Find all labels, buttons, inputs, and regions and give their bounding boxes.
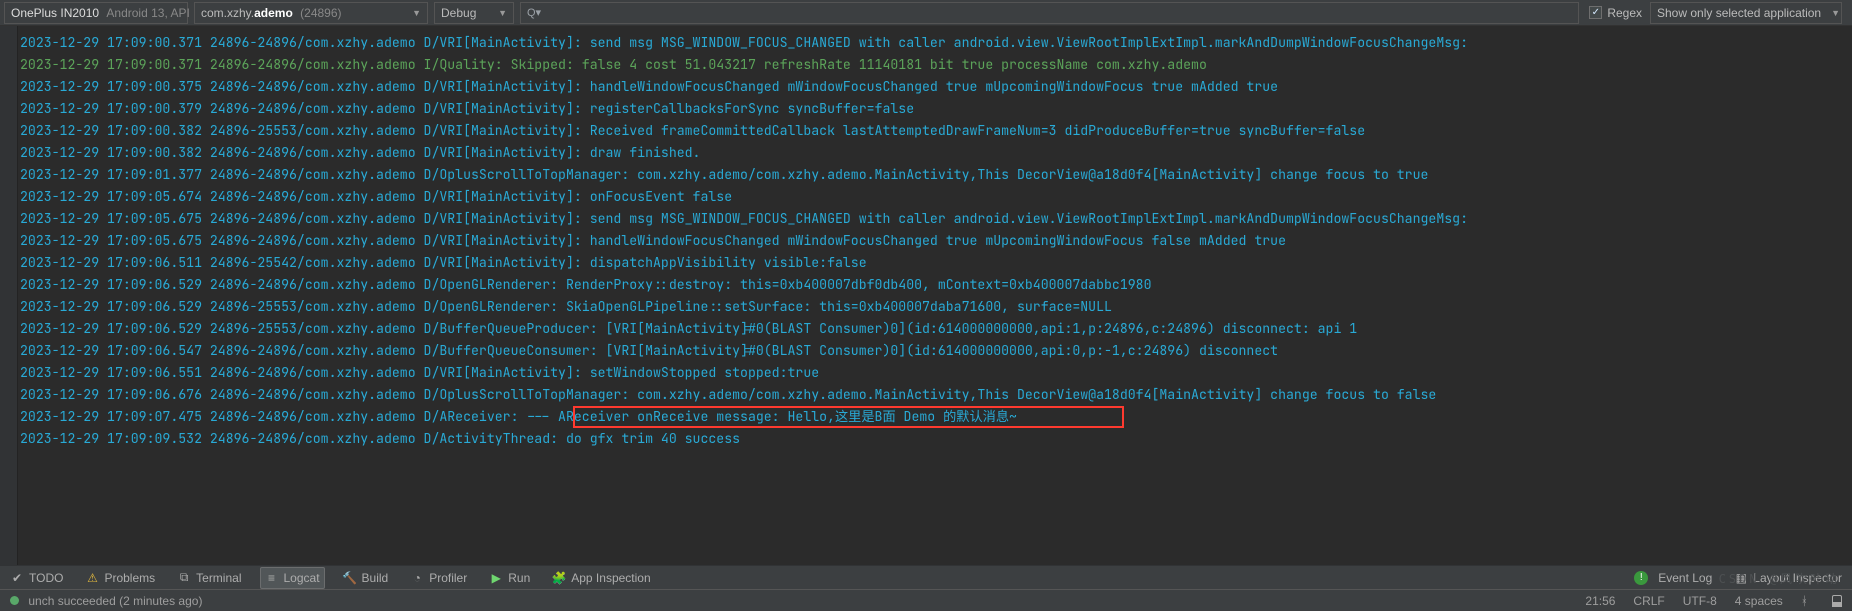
indent-setting[interactable]: 4 spaces [1735, 594, 1783, 608]
log-line[interactable]: 2023-12-29 17:09:06.547 24896-24896/com.… [20, 340, 1850, 362]
status-message: unch succeeded (2 minutes ago) [10, 594, 202, 608]
tab-profiler[interactable]: ◔ Profiler [406, 567, 471, 589]
warning-icon: ⚠ [85, 571, 99, 585]
play-icon: ▶ [489, 571, 503, 585]
regex-checkbox[interactable]: ✓ Regex [1589, 6, 1642, 20]
tab-logcat[interactable]: ≡ Logcat [260, 567, 325, 589]
tab-problems[interactable]: ⚠ Problems [81, 567, 159, 589]
log-panel: 2023-12-29 17:09:00.371 24896-24896/com.… [0, 26, 1852, 565]
process-name: com.xzhy.ademo [201, 6, 293, 20]
device-selector[interactable]: OnePlus IN2010 Android 13, API … ▼ [4, 2, 188, 24]
loglevel-selector[interactable]: Debug ▼ [434, 2, 514, 24]
loglevel-label: Debug [441, 6, 476, 20]
log-line[interactable]: 2023-12-29 17:09:06.551 24896-24896/com.… [20, 362, 1850, 384]
profiler-icon: ◔ [410, 571, 424, 585]
log-line[interactable]: 2023-12-29 17:09:00.371 24896-24896/com.… [20, 54, 1850, 76]
log-line[interactable]: 2023-12-29 17:09:00.379 24896-24896/com.… [20, 98, 1850, 120]
filter-label: Show only selected application [1657, 6, 1821, 20]
device-sub: Android 13, API … [106, 6, 205, 20]
log-line[interactable]: 2023-12-29 17:09:06.529 24896-24896/com.… [20, 274, 1850, 296]
tab-layout-inspector[interactable]: ▦ Layout Inspector [1730, 567, 1846, 589]
log-line[interactable]: 2023-12-29 17:09:06.529 24896-25553/com.… [20, 296, 1850, 318]
log-line[interactable]: 2023-12-29 17:09:05.675 24896-24896/com.… [20, 208, 1850, 230]
layout-icon: ▦ [1734, 571, 1748, 585]
log-output[interactable]: 2023-12-29 17:09:00.371 24896-24896/com.… [18, 26, 1852, 565]
terminal-icon: ⧉ [177, 571, 191, 585]
device-name: OnePlus IN2010 [11, 6, 99, 20]
lock-icon[interactable] [1832, 595, 1842, 607]
inspection-icon: 🧩 [552, 571, 566, 585]
tab-event-log[interactable]: ! Event Log [1630, 567, 1716, 589]
chevron-down-icon: ▼ [412, 8, 421, 18]
log-search[interactable]: Q▾ [520, 2, 1579, 24]
chevron-down-icon: ▼ [1831, 8, 1840, 18]
log-line[interactable]: 2023-12-29 17:09:05.674 24896-24896/com.… [20, 186, 1850, 208]
highlight-box [573, 406, 1124, 428]
tab-app-inspection[interactable]: 🧩 App Inspection [548, 567, 654, 589]
filter-selector[interactable]: Show only selected application ▼ [1650, 2, 1842, 24]
log-line[interactable]: 2023-12-29 17:09:00.382 24896-25553/com.… [20, 120, 1850, 142]
line-separator[interactable]: CRLF [1633, 594, 1664, 608]
tab-build[interactable]: 🔨 Build [339, 567, 393, 589]
todo-icon: ✔ [10, 571, 24, 585]
tool-window-bar: ✔ TODO ⚠ Problems ⧉ Terminal ≡ Logcat 🔨 … [0, 565, 1852, 589]
log-gutter [0, 26, 18, 565]
file-encoding[interactable]: UTF-8 [1683, 594, 1717, 608]
status-bar: unch succeeded (2 minutes ago) 21:56 CRL… [0, 589, 1852, 611]
process-pid: (24896) [300, 6, 341, 20]
log-line[interactable]: 2023-12-29 17:09:00.382 24896-24896/com.… [20, 142, 1850, 164]
build-icon: 🔨 [343, 571, 357, 585]
tab-todo[interactable]: ✔ TODO [6, 567, 67, 589]
log-line[interactable]: 2023-12-29 17:09:00.375 24896-24896/com.… [20, 76, 1850, 98]
tab-run[interactable]: ▶ Run [485, 567, 534, 589]
info-icon: ! [1634, 571, 1648, 585]
logcat-icon: ≡ [265, 571, 279, 585]
log-line[interactable]: 2023-12-29 17:09:01.377 24896-24896/com.… [20, 164, 1850, 186]
log-line[interactable]: 2023-12-29 17:09:06.511 24896-25542/com.… [20, 252, 1850, 274]
log-line[interactable]: 2023-12-29 17:09:07.475 24896-24896/com.… [20, 406, 1850, 428]
log-line[interactable]: 2023-12-29 17:09:05.675 24896-24896/com.… [20, 230, 1850, 252]
log-line[interactable]: 2023-12-29 17:09:06.529 24896-25553/com.… [20, 318, 1850, 340]
success-dot-icon [10, 596, 19, 605]
regex-label: Regex [1607, 6, 1642, 20]
tab-terminal[interactable]: ⧉ Terminal [173, 567, 245, 589]
log-line[interactable]: 2023-12-29 17:09:00.371 24896-24896/com.… [20, 32, 1850, 54]
log-line[interactable]: 2023-12-29 17:09:09.532 24896-24896/com.… [20, 428, 1850, 450]
search-input[interactable] [546, 6, 1572, 20]
search-icon: Q▾ [527, 6, 541, 19]
process-selector[interactable]: com.xzhy.ademo (24896) ▼ [194, 2, 428, 24]
caret-position[interactable]: 21:56 [1585, 594, 1615, 608]
checkbox-checked-icon: ✓ [1589, 6, 1602, 19]
chevron-down-icon: ▼ [498, 8, 507, 18]
branch-icon[interactable]: ᚼ [1801, 594, 1808, 608]
logcat-topbar: OnePlus IN2010 Android 13, API … ▼ com.x… [0, 0, 1852, 26]
log-line[interactable]: 2023-12-29 17:09:06.676 24896-24896/com.… [20, 384, 1850, 406]
